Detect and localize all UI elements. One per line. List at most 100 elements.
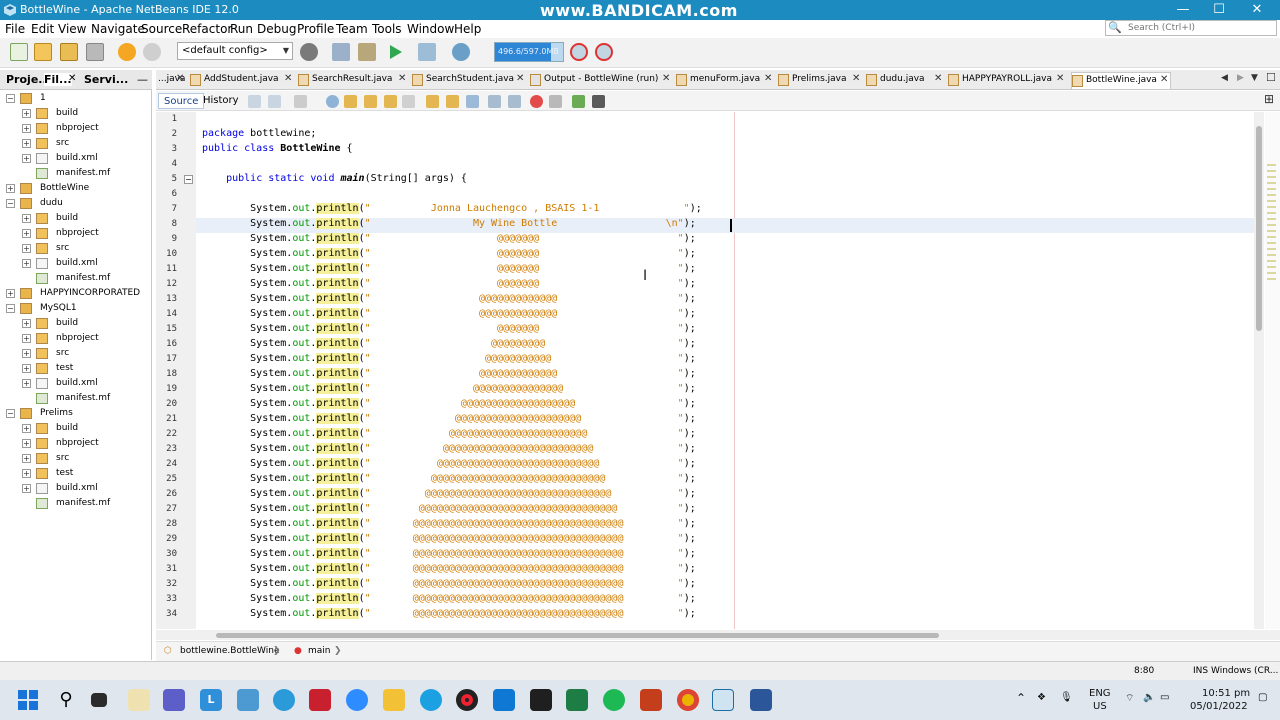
expand-icon[interactable]: +	[22, 214, 31, 223]
code-line[interactable]: System.out.println(" @@@@@@@@@@@@@@@@@@@…	[202, 413, 696, 424]
app-window-icon[interactable]	[237, 689, 259, 711]
vertical-scrollbar[interactable]	[1254, 112, 1264, 629]
menu-source[interactable]: Source	[141, 22, 182, 36]
profile-icon[interactable]	[452, 43, 470, 61]
code-line[interactable]: System.out.println(" @@@@@@@ ");	[202, 263, 696, 274]
app-l-icon[interactable]: L	[200, 689, 222, 711]
code-line[interactable]: System.out.println(" @@@@@@@@@@@@@@@@@@@…	[202, 398, 696, 409]
uncomment-icon[interactable]	[592, 95, 605, 108]
editor-tab[interactable]: Output - BottleWine (run) ✕	[530, 72, 674, 89]
menu-profile[interactable]: Profile	[297, 22, 334, 36]
menu-window[interactable]: Window	[407, 22, 454, 36]
menu-navigate[interactable]: Navigate	[91, 22, 145, 36]
code-line[interactable]: System.out.println(" @@@@@@@@@@@@@ ");	[202, 368, 696, 379]
code-line[interactable]: System.out.println(" @@@@@@@@@@@@@@@@@@@…	[202, 503, 696, 514]
find-next-icon[interactable]	[364, 95, 377, 108]
expand-icon[interactable]: +	[22, 259, 31, 268]
menu-team[interactable]: Team	[336, 22, 368, 36]
expand-icon[interactable]: +	[22, 109, 31, 118]
code-line[interactable]: System.out.println(" @@@@@@@@@@@@@ ");	[202, 293, 696, 304]
code-line[interactable]: System.out.println(" @@@@@@@@@@@ ");	[202, 353, 696, 364]
tree-item[interactable]: + nbproject	[22, 227, 150, 242]
split-editor-icon[interactable]: ⊞	[1264, 92, 1274, 106]
prev-bookmark-icon[interactable]	[426, 95, 439, 108]
expand-icon[interactable]: +	[22, 244, 31, 253]
expand-icon[interactable]: +	[22, 454, 31, 463]
undo-icon[interactable]	[118, 43, 136, 61]
occurrence-mark[interactable]	[1267, 266, 1276, 268]
code-line[interactable]: System.out.println(" @@@@@@@@@@@@@@@@@@@…	[202, 458, 696, 469]
menu-help[interactable]: Help	[454, 22, 481, 36]
tree-item[interactable]: + build	[22, 422, 150, 437]
close-tab-icon[interactable]: ✕	[662, 73, 670, 84]
excel-icon[interactable]	[566, 689, 588, 711]
expand-icon[interactable]: +	[22, 139, 31, 148]
notification-icon[interactable]: ▢	[1258, 692, 1267, 703]
comment-icon[interactable]	[572, 95, 585, 108]
next-bookmark-icon[interactable]	[446, 95, 459, 108]
code-line[interactable]: public class BottleWine {	[202, 143, 353, 154]
occurrence-mark[interactable]	[1267, 260, 1276, 262]
close-window-button[interactable]: ✕	[1238, 0, 1276, 20]
editor-tab[interactable]: Prelims.java ✕	[778, 72, 864, 89]
line-endings[interactable]: Windows (CR...	[1211, 666, 1278, 676]
close-tab-icon[interactable]: ✕	[398, 73, 406, 84]
microphone-icon[interactable]: 🎙	[1060, 692, 1073, 703]
tree-item[interactable]: manifest.mf	[22, 167, 150, 182]
close-tab-icon[interactable]: ✕	[516, 73, 524, 84]
expand-icon[interactable]: +	[22, 154, 31, 163]
shift-left-icon[interactable]	[488, 95, 501, 108]
mcafee-icon[interactable]	[309, 689, 331, 711]
expand-icon[interactable]: +	[6, 184, 15, 193]
expand-icon[interactable]: +	[22, 349, 31, 358]
zoom-icon[interactable]	[346, 689, 368, 711]
tree-item[interactable]: + src	[22, 347, 150, 362]
tree-item[interactable]: + build.xml	[22, 377, 150, 392]
expand-icon[interactable]: +	[6, 289, 15, 298]
back-icon[interactable]	[268, 95, 281, 108]
tree-item[interactable]: − MySQL1	[6, 302, 150, 317]
pause-io-icon[interactable]	[595, 43, 613, 61]
menu-refactor[interactable]: Refactor	[182, 22, 232, 36]
tree-item[interactable]: + src	[22, 452, 150, 467]
teams-icon[interactable]	[163, 689, 185, 711]
breadcrumb-class[interactable]: bottlewine.BottleWine	[180, 646, 280, 656]
maximize-button[interactable]: ☐	[1200, 0, 1238, 20]
tree-item[interactable]: − dudu	[6, 197, 150, 212]
expand-icon[interactable]: +	[22, 334, 31, 343]
expand-icon[interactable]: +	[22, 484, 31, 493]
horizontal-scrollbar[interactable]	[156, 630, 1280, 640]
dropbox-icon[interactable]: ❖	[1037, 692, 1046, 703]
minimize-panel-icon[interactable]: —	[137, 73, 148, 86]
occurrence-mark[interactable]	[1267, 242, 1276, 244]
tree-item[interactable]: + build.xml	[22, 152, 150, 167]
error-stripe[interactable]	[1265, 112, 1280, 629]
start-macro-icon[interactable]	[530, 95, 543, 108]
debug-icon[interactable]	[418, 43, 436, 61]
tab-list-icon[interactable]: ▼	[1251, 73, 1258, 83]
occurrence-mark[interactable]	[1267, 170, 1276, 172]
editor-tab[interactable]: SearchResult.java ✕	[298, 72, 410, 89]
find-selection-icon[interactable]	[384, 95, 397, 108]
occurrence-mark[interactable]	[1267, 206, 1276, 208]
vertical-scroll-thumb[interactable]	[1256, 126, 1262, 331]
code-line[interactable]: System.out.println(" @@@@@@@@@@@@@@@@@@@…	[202, 563, 696, 574]
toggle-highlight-icon[interactable]	[402, 95, 415, 108]
occurrence-mark[interactable]	[1267, 194, 1276, 196]
netbeans-taskbar-icon[interactable]	[712, 689, 734, 711]
code-line[interactable]: System.out.println(" @@@@@@@ ");	[202, 248, 696, 259]
tree-item[interactable]: manifest.mf	[22, 272, 150, 287]
code-line[interactable]: System.out.println(" @@@@@@@@@@@@@@@@@@@…	[202, 608, 696, 619]
close-tab-icon[interactable]: ✕	[934, 73, 942, 84]
toggle-bookmark-icon[interactable]	[466, 95, 479, 108]
tree-item[interactable]: + build	[22, 107, 150, 122]
occurrence-mark[interactable]	[1267, 212, 1276, 214]
find-previous-icon[interactable]	[344, 95, 357, 108]
task-view-icon[interactable]	[91, 693, 107, 707]
edge-icon[interactable]	[273, 689, 295, 711]
redo-icon[interactable]	[143, 43, 161, 61]
close-tab-icon[interactable]: ✕	[284, 73, 292, 84]
build-icon[interactable]	[332, 43, 350, 61]
collapse-icon[interactable]: −	[6, 94, 15, 103]
open-project-icon[interactable]	[60, 43, 78, 61]
